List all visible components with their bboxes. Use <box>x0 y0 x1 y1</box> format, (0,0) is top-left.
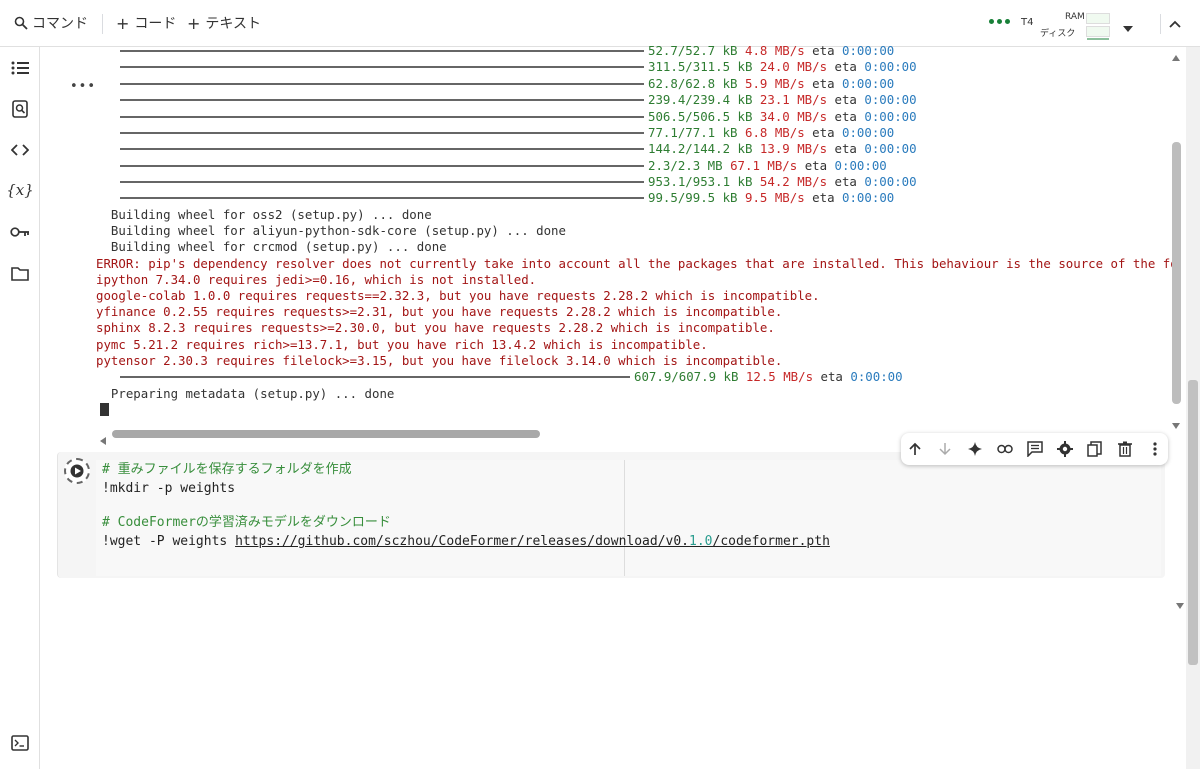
error-line: ERROR: pip's dependency resolver does no… <box>96 256 1176 271</box>
top-toolbar: コマンド + コード + テキスト T4 RAM ディスク <box>0 0 1200 47</box>
run-cell-button[interactable] <box>64 458 90 484</box>
move-cell-up-icon[interactable] <box>903 437 927 461</box>
mirror-cell-tab-icon[interactable] <box>1083 437 1107 461</box>
code-line: !mkdir -p weights <box>102 481 236 496</box>
output-vertical-scrollbar[interactable] <box>1172 142 1181 404</box>
add-text-button[interactable]: + テキスト <box>187 12 261 34</box>
scroll-down-arrow-icon[interactable] <box>1172 414 1180 433</box>
code-comment-line: # CodeFormerの学習済みモデルをダウンロード <box>102 515 391 530</box>
add-text-label: テキスト <box>205 16 261 32</box>
add-code-button[interactable]: + コード <box>116 12 176 34</box>
output-cursor <box>100 403 109 416</box>
ram-usage-graph[interactable] <box>1086 13 1110 28</box>
collapse-header-button[interactable] <box>1160 14 1189 34</box>
comment-icon[interactable] <box>1023 437 1047 461</box>
download-progress-line: 607.9/607.9 kB 12.5 MB/s eta 0:00:00 <box>96 369 903 385</box>
build-wheel-line: Building wheel for crcmod (setup.py) ...… <box>96 239 447 254</box>
variables-icon[interactable]: {𝑥} <box>6 178 34 202</box>
more-options-icon[interactable] <box>1143 437 1167 461</box>
secrets-key-icon[interactable] <box>8 220 32 244</box>
search-icon <box>14 16 28 30</box>
play-icon <box>70 464 84 478</box>
toolbar-divider <box>102 14 103 34</box>
download-progress-line: 953.1/953.1 kB 54.2 MB/s eta 0:00:00 <box>96 174 917 190</box>
download-progress-line: 311.5/311.5 kB 24.0 MB/s eta 0:00:00 <box>96 59 917 75</box>
plus-icon: + <box>116 13 130 33</box>
error-line: sphinx 8.2.3 requires requests>=2.30.0, … <box>96 320 775 335</box>
terminal-icon[interactable] <box>8 731 32 755</box>
download-progress-line: 506.5/506.5 kB 34.0 MB/s eta 0:00:00 <box>96 109 917 125</box>
left-sidebar: {𝑥} <box>0 47 40 769</box>
build-wheel-line: Building wheel for oss2 (setup.py) ... d… <box>96 207 432 222</box>
disk-usage-graph[interactable] <box>1086 26 1110 40</box>
find-replace-icon[interactable] <box>8 97 32 121</box>
command-palette-button[interactable]: コマンド <box>14 12 88 34</box>
download-progress-line: 62.8/62.8 kB 5.9 MB/s eta 0:00:00 <box>96 76 894 92</box>
chevron-up-icon <box>1169 20 1181 28</box>
cell-output: 52.7/52.7 kB 4.8 MB/s eta 0:00:00 311.5/… <box>96 44 1176 422</box>
download-progress-line: 77.1/77.1 kB 6.8 MB/s eta 0:00:00 <box>96 125 894 141</box>
link-icon[interactable] <box>993 437 1017 461</box>
move-cell-down-icon[interactable] <box>933 437 957 461</box>
build-wheel-line: Building wheel for aliyun-python-sdk-cor… <box>96 223 566 238</box>
cell-scroll-down-icon[interactable] <box>1176 594 1184 613</box>
error-line: google-colab 1.0.0 requires requests==2.… <box>96 288 820 303</box>
ram-label: RAM <box>1065 12 1085 22</box>
table-of-contents-icon[interactable] <box>8 56 32 80</box>
download-progress-line: 99.5/99.5 kB 9.5 MB/s eta 0:00:00 <box>96 190 894 206</box>
connected-status-icon[interactable] <box>989 19 1010 24</box>
page-scrollbar[interactable] <box>1188 380 1198 665</box>
scroll-left-arrow-icon[interactable] <box>100 430 106 449</box>
ruler-line <box>624 460 625 576</box>
runtime-type-label[interactable]: T4 <box>1021 17 1033 28</box>
code-wget-line: !wget -P weights https://github.com/sczh… <box>102 533 830 551</box>
gemini-sparkle-icon[interactable] <box>963 437 987 461</box>
horizontal-scrollbar[interactable] <box>112 430 540 438</box>
scroll-up-arrow-icon[interactable] <box>1172 46 1180 65</box>
preparing-metadata-line: Preparing metadata (setup.py) ... done <box>96 386 395 401</box>
files-folder-icon[interactable] <box>8 261 32 285</box>
error-line: yfinance 0.2.55 requires requests>=2.31,… <box>96 304 783 319</box>
model-download-link[interactable]: https://github.com/sczhou/CodeFormer/rel… <box>235 534 830 549</box>
download-progress-line: 2.3/2.3 MB 67.1 MB/s eta 0:00:00 <box>96 158 887 174</box>
output-actions-icon[interactable]: ••• <box>70 79 96 94</box>
code-snippets-icon[interactable] <box>8 138 32 162</box>
add-code-label: コード <box>134 16 177 32</box>
error-line: ipython 7.34.0 requires jedi>=0.16, whic… <box>96 272 537 287</box>
code-comment-line: # 重みファイルを保存するフォルダを作成 <box>102 462 352 477</box>
download-progress-line: 239.4/239.4 kB 23.1 MB/s eta 0:00:00 <box>96 92 917 108</box>
settings-gear-icon[interactable] <box>1053 437 1077 461</box>
disk-label: ディスク <box>1040 29 1076 39</box>
error-line: pytensor 2.30.3 requires filelock>=3.15,… <box>96 353 783 368</box>
wget-command: !wget -P weights <box>102 534 236 549</box>
cell-toolbar <box>901 433 1168 465</box>
delete-cell-icon[interactable] <box>1113 437 1137 461</box>
download-progress-line: 52.7/52.7 kB 4.8 MB/s eta 0:00:00 <box>96 44 894 59</box>
download-progress-line: 144.2/144.2 kB 13.9 MB/s eta 0:00:00 <box>96 141 917 157</box>
runtime-dropdown-icon[interactable] <box>1122 18 1134 37</box>
error-line: pymc 5.21.2 requires rich>=13.7.1, but y… <box>96 337 708 352</box>
plus-icon: + <box>187 13 201 33</box>
command-label: コマンド <box>32 16 88 32</box>
